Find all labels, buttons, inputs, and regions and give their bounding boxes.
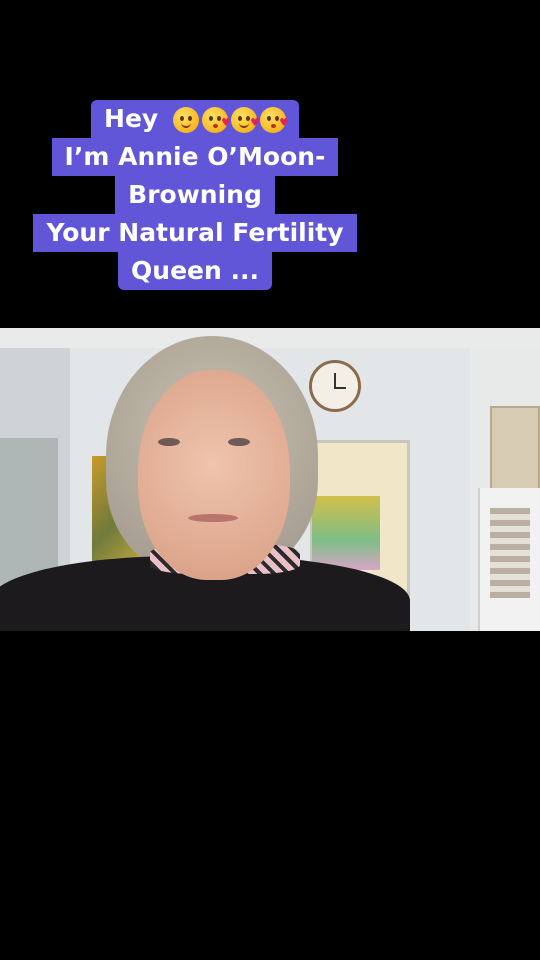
person-face (138, 370, 290, 580)
caption-overlay: Hey ♥ ♥ ♥ I’m Annie O’Moon- Browning You… (0, 100, 390, 290)
caption-line-5: Queen ... (118, 252, 272, 290)
caption-line-4: Your Natural Fertility (33, 214, 357, 252)
caption-line-text: Hey (104, 104, 159, 133)
video-frame[interactable] (0, 328, 540, 631)
wall-clock-icon (309, 360, 361, 412)
person-eye-left (158, 438, 180, 446)
ceiling (0, 328, 540, 350)
caption-line-2: I’m Annie O’Moon- (51, 138, 339, 176)
person-eye-right (228, 438, 250, 446)
smiling-face-with-hearts-emoji-icon: ♥ (230, 107, 260, 133)
kissing-face-emoji-icon: ♥ (201, 107, 231, 133)
zany-face-emoji-icon (172, 107, 199, 133)
painting-doorway (312, 496, 380, 570)
kissing-face-emoji-icon: ♥ (259, 107, 289, 133)
shelf (490, 406, 540, 492)
caption-line-1: Hey ♥ ♥ ♥ (91, 100, 299, 138)
emoji-row: ♥ ♥ ♥ (172, 107, 289, 133)
person-mouth (188, 514, 238, 522)
fridge-notes (490, 508, 530, 598)
caption-line-3: Browning (115, 176, 275, 214)
